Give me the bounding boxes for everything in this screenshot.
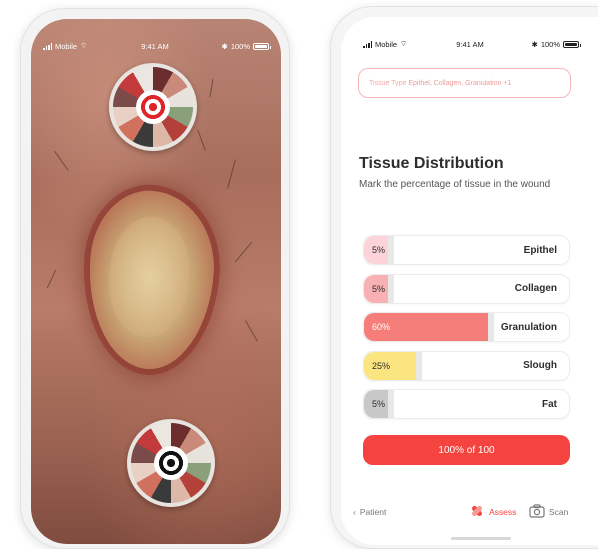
tissue-percent-label: 25% xyxy=(372,360,391,371)
tissue-slider-collagen[interactable]: 5% Collagen xyxy=(363,273,570,304)
battery-icon xyxy=(563,40,581,48)
wound-camera-view[interactable] xyxy=(31,19,281,544)
tissue-name-label: Slough xyxy=(523,360,557,371)
battery-icon xyxy=(253,42,271,50)
battery-label: 100% xyxy=(540,39,560,49)
tab-assess-label: Assess xyxy=(489,507,517,517)
tissue-slider-fat[interactable]: 5% Fat xyxy=(363,389,570,419)
status-bar: Mobile ⌔ 9:41 AM ✱ 100% xyxy=(21,37,289,55)
hair xyxy=(46,269,57,289)
tissue-slider-handle[interactable] xyxy=(415,351,422,380)
calibration-marker-bottom xyxy=(127,419,215,507)
left-phone-frame: Mobile ⌔ 9:41 AM ✱ 100% xyxy=(20,8,290,549)
chevron-left-icon: ‹ xyxy=(353,507,356,517)
tissue-slider-slough[interactable]: 25% Slough xyxy=(363,350,570,381)
tissue-slider-handle[interactable] xyxy=(388,274,394,303)
hair xyxy=(227,159,236,189)
tissue-slider-handle[interactable] xyxy=(388,390,394,418)
page-subtitle: Mark the percentage of tissue in the wou… xyxy=(359,179,551,190)
tissue-percent-label: 5% xyxy=(372,245,386,255)
battery-label: 100% xyxy=(230,41,250,51)
bandage-icon xyxy=(469,503,485,521)
hair xyxy=(245,320,258,342)
tissue-percent-label: 5% xyxy=(372,283,386,294)
tab-patient[interactable]: ‹ Patient xyxy=(353,501,386,523)
bluetooth-icon: ✱ xyxy=(531,39,538,49)
tissue-name-label: Epithel xyxy=(523,244,557,256)
clock: 9:41 AM xyxy=(141,41,169,51)
tab-scan[interactable]: Scan xyxy=(529,501,568,523)
hair xyxy=(234,241,253,263)
tissue-type-label: Tissue Type xyxy=(369,79,407,87)
tissue-slider-handle[interactable] xyxy=(388,236,394,264)
right-phone-frame: Mobile ⌔ 9:41 AM ✱ 100% Tissue Type Epit… xyxy=(330,6,598,549)
tissue-name-label: Collagen xyxy=(514,283,557,294)
hair xyxy=(54,150,69,172)
bottom-tab-bar: ‹ Patient Assess Scan xyxy=(341,501,598,523)
wound xyxy=(82,186,220,374)
tissue-distribution-screen: Mobile ⌔ 9:41 AM ✱ 100% Tissue Type Epit… xyxy=(341,17,598,545)
home-indicator xyxy=(451,537,511,540)
wound-bed xyxy=(105,214,194,340)
tissue-slider-epithel[interactable]: 5% Epithel xyxy=(363,235,570,265)
tissue-percent-label: 5% xyxy=(372,399,386,409)
target-icon xyxy=(136,90,170,124)
tab-scan-label: Scan xyxy=(549,507,569,517)
page-title: Tissue Distribution xyxy=(359,155,504,172)
status-bar: Mobile ⌔ 9:41 AM ✱ 100% xyxy=(341,35,598,53)
camera-icon xyxy=(529,504,545,520)
tissue-name-label: Granulation xyxy=(500,321,557,333)
tissue-type-field[interactable]: Tissue Type Epithel, Collagen, Granulati… xyxy=(358,68,571,98)
hair xyxy=(209,79,214,97)
tissue-type-value: Epithel, Collagen, Granulation +1 xyxy=(408,79,512,87)
tissue-slider-granulation[interactable]: 60% Granulation xyxy=(363,312,570,342)
tab-assess[interactable]: Assess xyxy=(469,501,516,523)
total-button[interactable]: 100% of 100 xyxy=(363,435,570,465)
tissue-percent-label: 60% xyxy=(372,322,391,332)
tissue-slider-handle[interactable] xyxy=(488,313,495,341)
clock: 9:41 AM xyxy=(456,39,484,49)
tissue-name-label: Fat xyxy=(542,398,557,410)
calibration-marker-top xyxy=(109,63,197,151)
tab-patient-label: Patient xyxy=(359,507,387,517)
hair xyxy=(197,129,206,151)
target-icon xyxy=(154,446,188,480)
bluetooth-icon: ✱ xyxy=(221,41,228,51)
